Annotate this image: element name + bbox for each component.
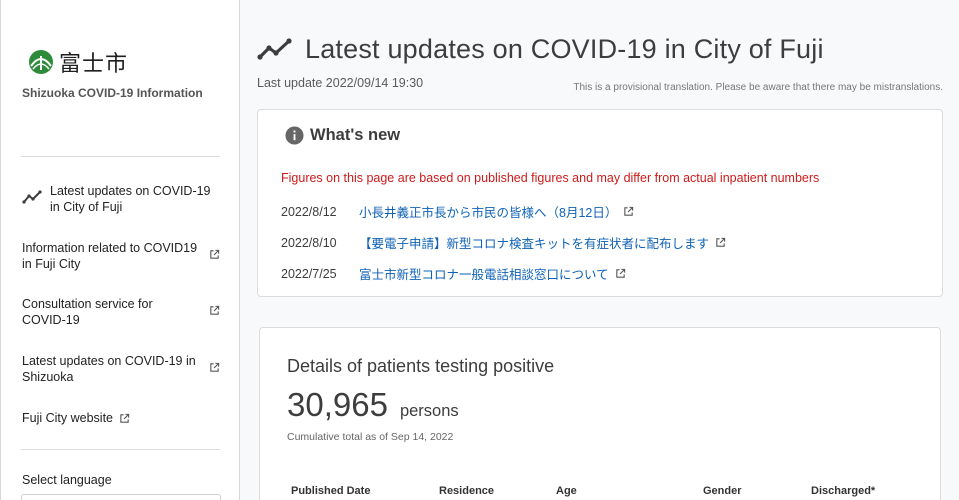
- positive-count: 30,965: [287, 386, 388, 423]
- column-header-residence[interactable]: Residence: [439, 485, 494, 497]
- external-link-icon: [715, 237, 726, 248]
- external-link-icon: [623, 206, 634, 217]
- fuji-city-emblem-icon: [29, 50, 53, 74]
- column-header-age[interactable]: Age: [556, 485, 577, 497]
- fuji-city-logo[interactable]: 富士市: [27, 46, 128, 78]
- divider: [21, 449, 220, 450]
- figures-warning: Figures on this page are based on publis…: [281, 171, 820, 185]
- external-link-icon: [119, 413, 130, 424]
- external-link-icon: [209, 304, 220, 320]
- positive-total: 30,965 persons: [287, 386, 459, 424]
- chart-line-icon: [22, 190, 42, 204]
- news-link[interactable]: 小長井義正市長から市民の皆様へ（8月12日）: [359, 202, 617, 221]
- nav-item-fuji-covid-info[interactable]: Information related to COVID19 in Fuji C…: [22, 240, 222, 272]
- nav-item-consultation-service[interactable]: Consultation service for COVID-19: [22, 296, 222, 328]
- page-title: Latest updates on COVID-19 in City of Fu…: [257, 34, 824, 65]
- nav-label: Consultation service for COVID-19: [22, 297, 153, 327]
- chart-line-icon: [257, 37, 292, 60]
- language-label: Select language: [22, 473, 112, 487]
- card-title: Details of patients testing positive: [287, 356, 555, 376]
- column-header-gender[interactable]: Gender: [703, 485, 742, 497]
- whats-new-header: What's new: [285, 126, 400, 145]
- news-date: 2022/7/25: [281, 266, 337, 281]
- positive-patients-card: Details of patients testing positive 30,…: [259, 327, 941, 500]
- column-header-discharged[interactable]: Discharged*: [811, 485, 875, 497]
- page-title-text: Latest updates on COVID-19 in City of Fu…: [305, 34, 824, 64]
- nav-item-latest-updates-shizuoka[interactable]: Latest updates on COVID-19 in Shizuoka: [22, 353, 222, 385]
- news-date: 2022/8/10: [281, 235, 337, 250]
- translation-note: This is a provisional translation. Pleas…: [573, 82, 943, 93]
- site-title: Shizuoka COVID-19 Information: [22, 86, 203, 100]
- news-item: 2022/7/25 富士市新型コロナ一般電話相談窓口について: [281, 264, 626, 283]
- divider: [21, 156, 220, 157]
- whats-new-card: What's new Figures on this page are base…: [257, 109, 943, 297]
- news-link[interactable]: 富士市新型コロナ一般電話相談窓口について: [359, 264, 609, 283]
- nav-item-latest-updates-fuji[interactable]: Latest updates on COVID-19 in City of Fu…: [22, 183, 222, 215]
- cumulative-note: Cumulative total as of Sep 14, 2022: [287, 431, 454, 443]
- count-unit: persons: [399, 402, 459, 420]
- news-item: 2022/8/12 小長井義正市長から市民の皆様へ（8月12日）: [281, 202, 634, 221]
- nav-label: Latest updates on COVID-19 in Shizuoka: [22, 354, 196, 384]
- nav-label: Information related to COVID19 in Fuji C…: [22, 241, 198, 271]
- last-update: Last update 2022/09/14 19:30: [257, 76, 424, 90]
- nav-label: Fuji City website: [22, 411, 113, 425]
- nav-item-fuji-city-website[interactable]: Fuji City website: [22, 410, 222, 426]
- language-select[interactable]: [21, 494, 221, 500]
- news-link[interactable]: 【要電子申請】新型コロナ検査キットを有症状者に配布します: [359, 233, 709, 252]
- column-header-published-date[interactable]: Published Date: [291, 485, 370, 497]
- whats-new-title: What's new: [310, 126, 401, 144]
- logo-text: 富士市: [59, 52, 129, 77]
- news-item: 2022/8/10 【要電子申請】新型コロナ検査キットを有症状者に配布します: [281, 233, 726, 252]
- external-link-icon: [209, 361, 220, 377]
- info-icon: [285, 126, 304, 145]
- external-link-icon: [615, 268, 626, 279]
- sidebar: 富士市 Shizuoka COVID-19 Information Latest…: [0, 0, 240, 500]
- news-date: 2022/8/12: [281, 204, 337, 219]
- nav-label: Latest updates on COVID-19 in City of Fu…: [50, 184, 211, 214]
- external-link-icon: [209, 248, 220, 264]
